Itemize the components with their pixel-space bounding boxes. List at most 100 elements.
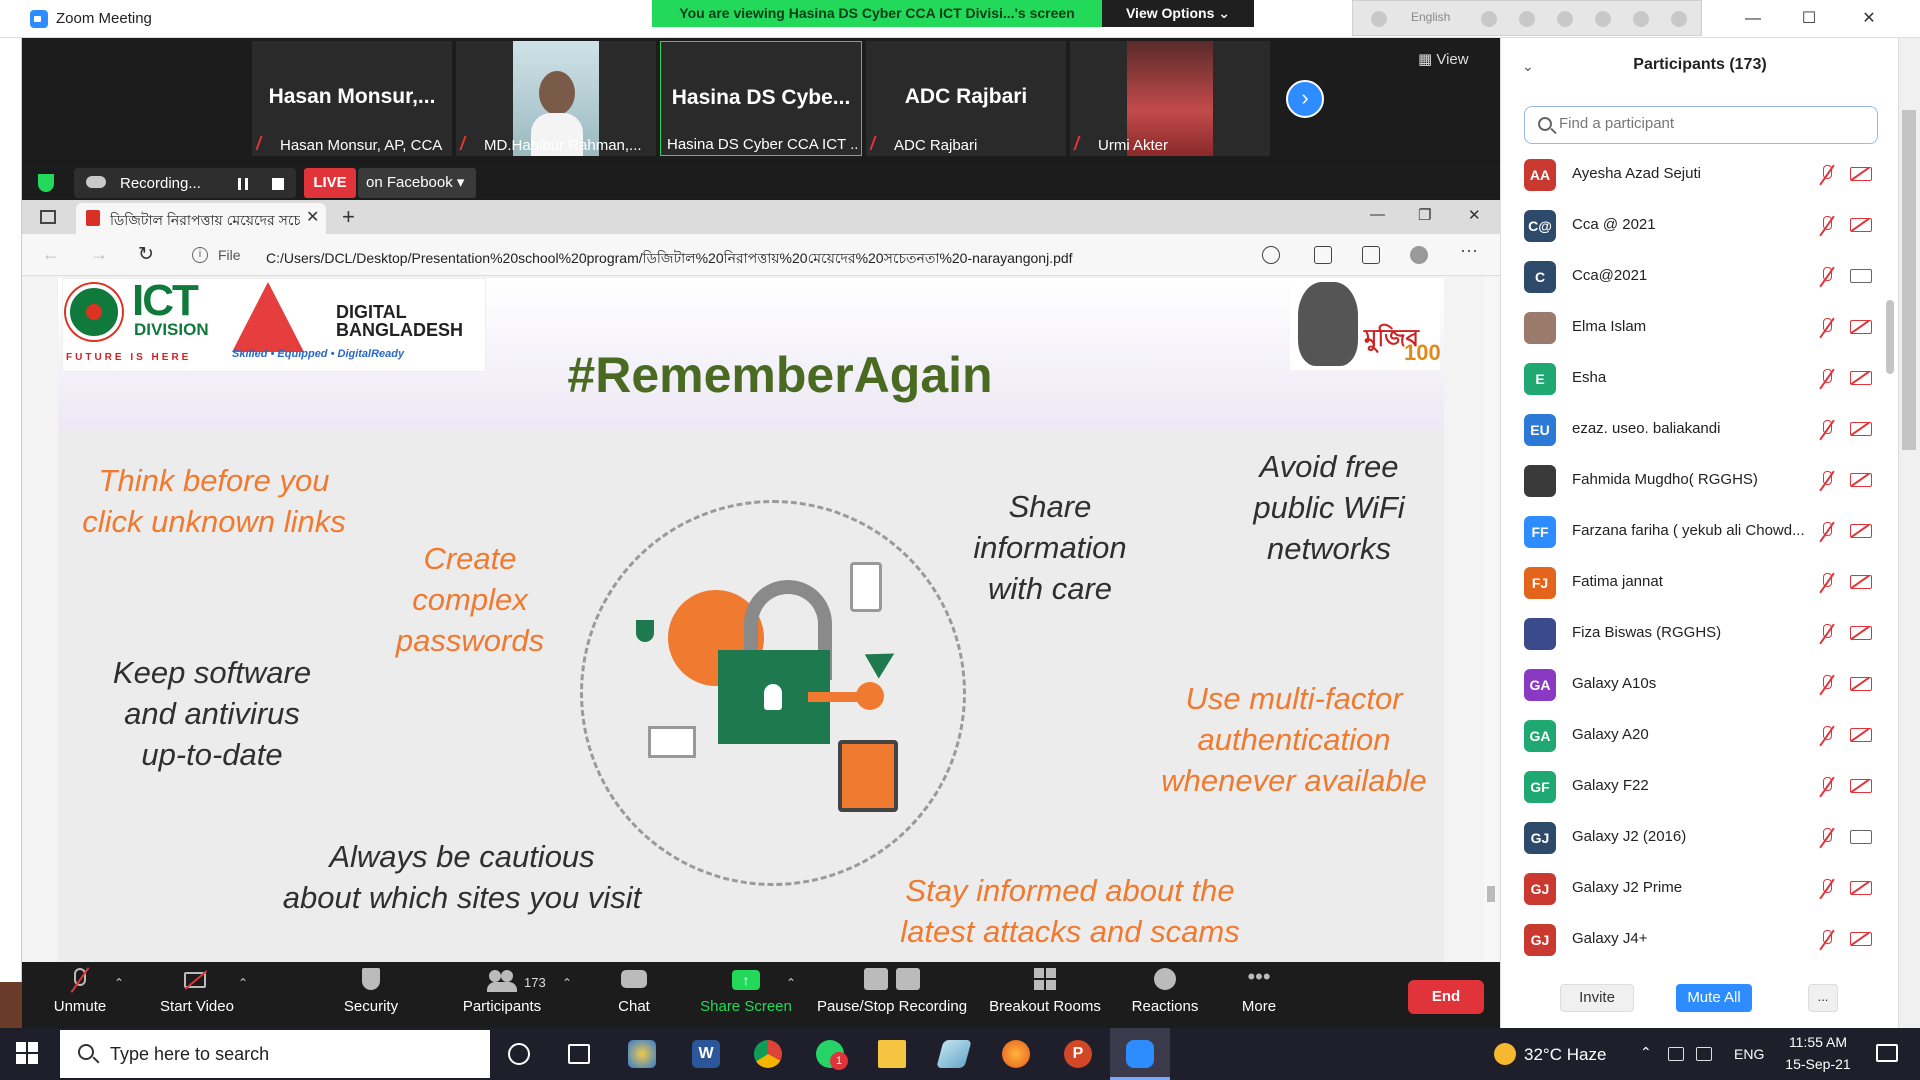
window-scrollbar-thumb[interactable] [1902, 110, 1916, 450]
video-off-icon[interactable] [1850, 932, 1872, 946]
windows-start-icon[interactable] [16, 1042, 38, 1064]
muted-mic-icon[interactable] [1820, 675, 1834, 695]
task-view-icon[interactable] [568, 1044, 590, 1064]
video-off-icon[interactable] [1850, 677, 1872, 691]
video-off-icon[interactable] [1850, 881, 1872, 895]
next-page-arrow-icon[interactable]: › [1286, 80, 1324, 118]
muted-mic-icon[interactable] [1820, 879, 1834, 899]
muted-mic-icon[interactable] [1820, 165, 1834, 185]
cloud-icon[interactable] [1481, 11, 1497, 27]
participant-search-input[interactable] [1559, 115, 1859, 132]
participant-row[interactable]: C@ Cca @ 2021 [1524, 201, 1878, 251]
cortana-icon[interactable] [508, 1043, 530, 1065]
share-screen-button[interactable]: ↑ Share Screen [694, 968, 798, 1015]
audio-options-caret-icon[interactable]: ⌃ [114, 976, 124, 990]
invite-button[interactable]: Invite [1560, 984, 1634, 1012]
start-video-button[interactable]: Start Video [150, 968, 244, 1015]
paint-app-icon[interactable] [628, 1040, 656, 1068]
word-app-icon[interactable]: W [692, 1040, 720, 1068]
security-button[interactable]: Security [336, 968, 406, 1015]
profile-avatar-icon[interactable] [1410, 246, 1428, 264]
participant-row[interactable]: GA Galaxy A20 [1524, 711, 1878, 761]
panel-more-button[interactable]: ... [1808, 984, 1838, 1012]
participant-row[interactable]: FF Farzana fariha ( yekub ali Chowd... [1524, 507, 1878, 557]
video-off-icon[interactable] [1850, 473, 1872, 487]
participant-row[interactable]: Elma Islam [1524, 303, 1878, 353]
video-thumbnail-active-speaker[interactable]: Hasina DS Cybe... Hasina DS Cyber CCA IC… [660, 41, 862, 156]
participant-search-box[interactable] [1524, 106, 1878, 144]
participant-row[interactable]: GJ Galaxy J2 Prime [1524, 864, 1878, 914]
muted-mic-icon[interactable] [1820, 828, 1834, 848]
video-off-icon[interactable] [1850, 218, 1872, 232]
video-off-icon[interactable] [1850, 422, 1872, 436]
new-tab-icon[interactable]: + [342, 204, 355, 230]
back-arrow-icon[interactable]: ← [42, 244, 60, 265]
live-destination-dropdown[interactable]: on Facebook ▾ [358, 168, 476, 198]
pause-recording-icon[interactable] [238, 178, 248, 190]
weather-haze-icon[interactable] [1494, 1043, 1516, 1065]
muted-mic-icon[interactable] [1820, 573, 1834, 593]
muted-mic-icon[interactable] [1820, 420, 1834, 440]
panel-collapse-chevron-icon[interactable]: ⌄ [1522, 58, 1534, 75]
participant-row[interactable]: E Esha [1524, 354, 1878, 404]
clock-time[interactable]: 11:55 AM [1776, 1034, 1860, 1050]
video-thumbnail[interactable]: MD.Habibur Rahman,... [456, 41, 656, 156]
muted-mic-icon[interactable] [1820, 930, 1834, 950]
muted-mic-icon[interactable] [1820, 522, 1834, 542]
ime-icon[interactable] [1371, 11, 1387, 27]
tray-app-icon[interactable] [1668, 1047, 1684, 1061]
video-thumbnail[interactable]: Hasan Monsur,... Hasan Monsur, AP, CCA [252, 41, 452, 156]
firefox-app-icon[interactable] [1002, 1040, 1030, 1068]
forward-arrow-icon[interactable]: → [90, 244, 108, 265]
browser-close-button[interactable]: ✕ [1468, 206, 1481, 224]
weather-status[interactable]: 32°C Haze [1524, 1045, 1606, 1065]
video-camera-icon[interactable] [1850, 269, 1872, 283]
favorites-icon[interactable] [1314, 246, 1332, 264]
participant-row[interactable]: Fahmida Mugdho( RGGHS) [1524, 456, 1878, 506]
video-off-icon[interactable] [1850, 728, 1872, 742]
reactions-button[interactable]: Reactions [1124, 968, 1206, 1015]
link-icon[interactable] [1595, 11, 1611, 27]
video-off-icon[interactable] [1850, 575, 1872, 589]
participant-row[interactable]: GJ Galaxy J2 (2016) [1524, 813, 1878, 863]
language-label[interactable]: English [1411, 10, 1450, 24]
stop-recording-icon[interactable] [272, 178, 284, 190]
participant-row[interactable]: GJ Galaxy J4+ [1524, 915, 1878, 965]
video-off-icon[interactable] [1850, 371, 1872, 385]
pause-stop-recording-button[interactable]: Pause/Stop Recording [814, 968, 970, 1015]
video-off-icon[interactable] [1850, 320, 1872, 334]
url-field[interactable]: C:/Users/DCL/Desktop/Presentation%20scho… [266, 247, 1256, 271]
gallery-view-button[interactable]: ▦ View [1418, 50, 1469, 68]
reload-icon[interactable]: ↻ [138, 243, 154, 266]
browser-restore-button[interactable]: ❐ [1418, 206, 1431, 224]
site-info-icon[interactable]: i [192, 247, 208, 263]
browser-menu-icon[interactable]: ··· [1460, 240, 1478, 261]
muted-mic-icon[interactable] [1820, 216, 1834, 236]
video-off-icon[interactable] [1850, 626, 1872, 640]
video-thumbnail[interactable]: ADC Rajbari ADC Rajbari [866, 41, 1066, 156]
video-off-icon[interactable] [1850, 779, 1872, 793]
muted-mic-icon[interactable] [1820, 267, 1834, 287]
more-button[interactable]: ••• More [1224, 966, 1294, 1016]
help-icon[interactable] [1633, 11, 1649, 27]
pdf-scrollbar[interactable] [1484, 278, 1498, 962]
unmute-button[interactable]: Unmute [44, 967, 116, 1015]
muted-mic-icon[interactable] [1820, 369, 1834, 389]
participant-row[interactable]: GF Galaxy F22 [1524, 762, 1878, 812]
tab-close-icon[interactable]: ✕ [306, 207, 319, 227]
participant-list-scrollbar[interactable] [1886, 300, 1894, 374]
powerpoint-app-icon[interactable]: P [1064, 1040, 1092, 1068]
participants-options-caret-icon[interactable]: ⌃ [562, 976, 572, 990]
tab-actions-icon[interactable] [40, 210, 56, 224]
participant-row[interactable]: C Cca@2021 [1524, 252, 1878, 302]
encryption-shield-icon[interactable] [38, 174, 54, 192]
tool-icon[interactable] [1519, 11, 1535, 27]
chrome-app-icon[interactable] [754, 1040, 782, 1068]
tray-expand-chevron-icon[interactable]: ⌃ [1640, 1044, 1652, 1061]
video-thumbnail[interactable]: Urmi Akter [1070, 41, 1270, 156]
share-options-caret-icon[interactable]: ⌃ [786, 976, 796, 990]
muted-mic-icon[interactable] [1820, 471, 1834, 491]
view-options-button[interactable]: View Options ⌄ [1102, 0, 1254, 27]
info-icon[interactable] [1671, 11, 1687, 27]
muted-mic-icon[interactable] [1820, 726, 1834, 746]
